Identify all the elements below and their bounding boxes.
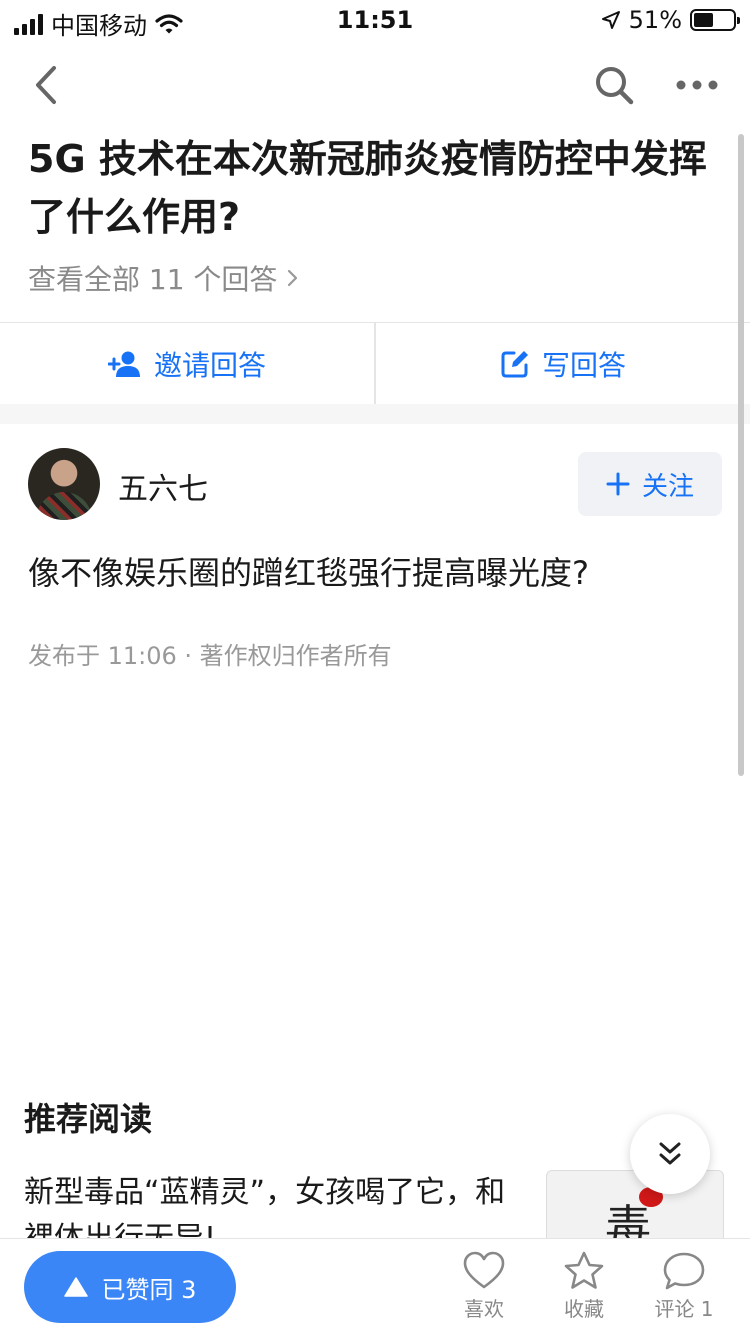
battery-percentage: 51%: [628, 6, 682, 34]
scrollbar[interactable]: [738, 134, 744, 776]
back-arrow-icon[interactable]: [26, 62, 66, 108]
heart-icon: [463, 1251, 505, 1289]
like-label: 喜欢: [464, 1297, 504, 1321]
plus-icon: [606, 472, 630, 496]
answer-author-row: 五六七 关注: [28, 448, 722, 520]
question-actions: 邀请回答 写回答: [0, 322, 750, 404]
comment-button[interactable]: 评论 1: [639, 1251, 729, 1331]
scroll-down-button[interactable]: [630, 1114, 710, 1194]
edit-icon: [501, 350, 528, 377]
section-divider: [0, 404, 750, 424]
recommend-heading: 推荐阅读: [24, 1100, 153, 1138]
favorite-label: 收藏: [564, 1297, 604, 1321]
double-chevron-down-icon: [659, 1142, 681, 1165]
favorite-button[interactable]: 收藏: [539, 1251, 629, 1331]
upvote-button[interactable]: 已赞同 3: [24, 1251, 236, 1323]
comment-bubble-icon: [663, 1252, 705, 1290]
nav-bar: [0, 50, 750, 120]
question-title[interactable]: 5G 技术在本次新冠肺炎疫情防控中发挥了什么作用?: [28, 130, 718, 246]
recommend-item[interactable]: 新型毒品“蓝精灵”，女孩喝了它，和裸体出行无异! 毒: [24, 1170, 724, 1240]
write-answer-label: 写回答: [541, 348, 626, 382]
search-icon[interactable]: [592, 62, 636, 108]
battery-icon: [690, 9, 740, 31]
follow-label: 关注: [641, 471, 694, 502]
upvote-triangle-icon: [63, 1277, 88, 1297]
location-arrow-icon: [601, 11, 620, 29]
follow-button[interactable]: 关注: [578, 452, 722, 516]
invite-answer-label: 邀请回答: [153, 348, 266, 382]
star-icon: [564, 1251, 604, 1289]
write-answer-button[interactable]: 写回答: [374, 323, 750, 404]
battery-fill: [694, 13, 714, 27]
upvote-label: 已赞同 3: [101, 1275, 197, 1304]
comment-label: 评论 1: [654, 1297, 714, 1321]
chevron-right-icon: [288, 269, 298, 287]
like-button[interactable]: 喜欢: [439, 1251, 529, 1331]
add-person-icon: [107, 351, 140, 377]
view-all-answers-label: 查看全部 11 个回答: [28, 263, 278, 296]
author-name[interactable]: 五六七: [118, 464, 208, 508]
invite-answer-button[interactable]: 邀请回答: [0, 323, 374, 404]
answer-meta: 发布于 11:06 · 著作权归作者所有: [28, 642, 392, 670]
more-options-icon[interactable]: [672, 62, 722, 108]
avatar[interactable]: [28, 448, 100, 520]
recommend-item-title: 新型毒品“蓝精灵”，女孩喝了它，和裸体出行无异!: [24, 1175, 506, 1240]
view-all-answers-link[interactable]: 查看全部 11 个回答: [28, 258, 299, 298]
bottom-toolbar: 已赞同 3 喜欢 收藏 评论 1: [0, 1238, 750, 1334]
status-bar: 中国移动 11:51 51%: [0, 0, 750, 40]
answer-content: 像不像娱乐圈的蹭红毯强行提高曝光度?: [28, 554, 589, 592]
